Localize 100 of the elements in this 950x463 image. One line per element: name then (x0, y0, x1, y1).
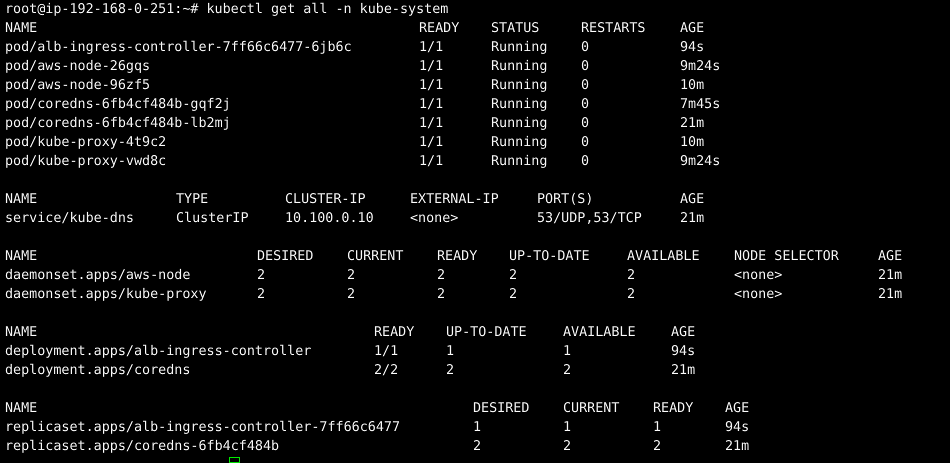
shell-prompt: root@ip-192-168-0-251:~# (5, 1, 198, 19)
table-cell: pod/aws-node-26gqs (5, 59, 150, 74)
column-header: READY (653, 401, 694, 416)
table-cell: 2 (347, 287, 356, 302)
table-cell: pod/coredns-6fb4cf484b-lb2mj (5, 116, 231, 131)
column-header: AGE (878, 249, 902, 264)
table-cell: Running (491, 59, 548, 74)
table-cell: replicaset.apps/coredns-6fb4cf484b (5, 439, 280, 454)
table-cell: 1 (563, 344, 572, 359)
column-header: READY (437, 249, 478, 264)
table-cell: 2 (509, 287, 518, 302)
table-cell: 21m (878, 287, 902, 302)
table-cell: deployment.apps/alb-ingress-controller (5, 344, 312, 359)
column-header: CLUSTER-IP (285, 192, 366, 207)
table-cell: 1 (446, 344, 454, 359)
table-cell: 2 (257, 268, 266, 283)
table-cell: Running (491, 78, 548, 93)
column-header: PORT(S) (537, 192, 594, 207)
table-cell: 2/2 (374, 363, 398, 378)
table-cell: 21m (725, 439, 750, 454)
command-text: kubectl get all -n kube-system (206, 1, 448, 19)
table-cell: 2 (437, 268, 446, 283)
column-header: NAME (5, 21, 38, 36)
table-cell: 1/1 (419, 78, 444, 93)
table-cell: 53/UDP,53/TCP (537, 211, 642, 226)
table-cell: daemonset.apps/kube-proxy (5, 287, 207, 302)
column-header: AGE (725, 401, 750, 416)
table-cell: pod/coredns-6fb4cf484b-gqf2j (5, 97, 231, 112)
column-header: STATUS (491, 21, 540, 36)
table-cell: 1 (563, 420, 572, 435)
column-header: AGE (680, 21, 704, 36)
table-cell: 21m (671, 363, 696, 378)
table-cell: 1/1 (419, 97, 444, 112)
table-cell: 7m45s (680, 97, 720, 112)
table-cell: <none> (410, 211, 458, 226)
table-cell: 1/1 (419, 116, 444, 131)
table-cell: 10m (680, 78, 704, 93)
table-cell: 2 (563, 439, 572, 454)
table-cell: 1/1 (419, 154, 444, 169)
table-cell: Running (491, 40, 548, 55)
table-cell: 2 (653, 439, 662, 454)
column-header: NAME (5, 401, 38, 416)
table-cell: 1/1 (419, 135, 444, 150)
table-cell: 2 (473, 439, 482, 454)
column-header: NAME (5, 325, 38, 340)
column-header: AVAILABLE (563, 325, 636, 340)
table-cell: 21m (680, 211, 704, 226)
column-header: TYPE (176, 192, 208, 207)
table-cell: replicaset.apps/alb-ingress-controller-7ff66c6477 (5, 420, 400, 435)
table-cell: <none> (734, 268, 782, 283)
table-cell: pod/kube-proxy-vwd8c (5, 154, 166, 169)
column-header: EXTERNAL-IP (410, 192, 499, 207)
table-cell: 2 (627, 287, 636, 302)
table-cell: 21m (878, 268, 902, 283)
table-cell: 10.100.0.10 (285, 211, 374, 226)
column-header: DESIRED (473, 401, 530, 416)
table-cell: 0 (581, 78, 590, 93)
column-header: READY (374, 325, 414, 340)
column-header: UP-TO-DATE (446, 325, 527, 340)
column-header: AVAILABLE (627, 249, 700, 264)
table-cell: 0 (581, 116, 590, 131)
column-header: CURRENT (347, 249, 404, 264)
table-cell: pod/kube-proxy-4t9c2 (5, 135, 166, 150)
table-cell: 2 (509, 268, 518, 283)
table-cell: Running (491, 154, 548, 169)
table-cell: 2 (257, 287, 266, 302)
table-cell: 0 (581, 135, 590, 150)
column-header: NAME (5, 192, 38, 207)
table-cell: 0 (581, 97, 590, 112)
table-cell: 1 (653, 420, 662, 435)
terminal-cursor (229, 457, 240, 463)
column-header: NODE SELECTOR (734, 249, 839, 264)
table-cell: 2 (563, 363, 572, 378)
table-cell: Running (491, 116, 548, 131)
column-header: DESIRED (257, 249, 314, 264)
table-cell: 1/1 (419, 59, 444, 74)
table-cell: 21m (680, 116, 704, 131)
column-header: RESTARTS (581, 21, 646, 36)
table-cell: 2 (347, 268, 356, 283)
table-cell: daemonset.apps/aws-node (5, 268, 190, 283)
table-cell: 0 (581, 59, 590, 74)
table-cell: ClusterIP (176, 211, 249, 226)
table-cell: 0 (581, 154, 590, 169)
table-cell: 2 (627, 268, 636, 283)
column-header: UP-TO-DATE (509, 249, 590, 264)
table-cell: 0 (581, 40, 590, 55)
table-cell: 10m (680, 135, 704, 150)
table-cell: 94s (671, 344, 696, 359)
table-cell: 94s (680, 40, 704, 55)
table-cell: 94s (725, 420, 750, 435)
table-cell: Running (491, 97, 548, 112)
table-cell: deployment.apps/coredns (5, 363, 190, 378)
table-cell: pod/aws-node-96zf5 (5, 78, 150, 93)
column-header: NAME (5, 249, 38, 264)
table-cell: 2 (446, 363, 454, 378)
column-header: AGE (671, 325, 696, 340)
table-cell: Running (491, 135, 548, 150)
table-cell: service/kube-dns (5, 211, 134, 226)
table-cell: 1 (473, 420, 482, 435)
table-cell: 9m24s (680, 59, 720, 74)
